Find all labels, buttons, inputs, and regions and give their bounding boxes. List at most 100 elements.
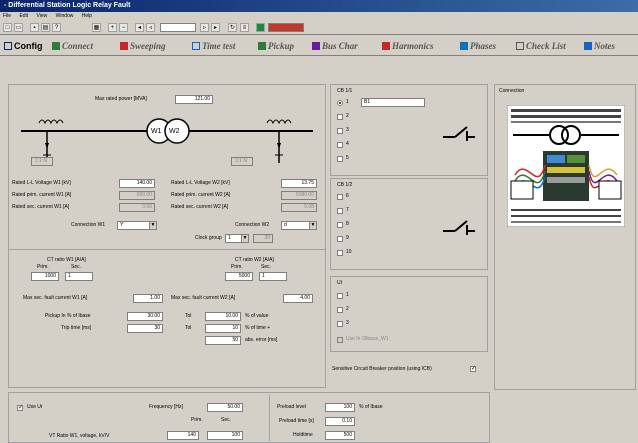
pickup-input[interactable]: 30.00 bbox=[127, 312, 163, 321]
vt-prim-input[interactable]: 140 bbox=[167, 431, 199, 440]
breaker-open-icon bbox=[443, 126, 475, 141]
cb1-binary-input[interactable]: B1 bbox=[361, 98, 425, 107]
zoom-out-icon[interactable]: − bbox=[119, 23, 128, 32]
cb1-item-4-checkbox[interactable] bbox=[337, 142, 343, 148]
use-in-label: Use In /3Ibase_W1 bbox=[346, 336, 389, 342]
ct-w2-prim-input[interactable]: 5000 bbox=[225, 272, 253, 281]
ct1-ratio-display: 1:1 N bbox=[31, 157, 53, 166]
frequency-input[interactable]: 50.00 bbox=[207, 403, 243, 412]
print-icon[interactable]: ▤ bbox=[41, 23, 50, 32]
clock-group-select[interactable]: 1 ▼ bbox=[225, 234, 249, 243]
tol2-input[interactable]: 10 bbox=[205, 324, 241, 333]
refresh-icon[interactable]: ↻ bbox=[228, 23, 237, 32]
cb2-group: CB 1/2 6 7 8 9 10 bbox=[330, 178, 488, 270]
tab-harmonics[interactable]: Harmonics bbox=[382, 39, 434, 54]
cb1-item-1-checkbox[interactable] bbox=[337, 100, 343, 106]
rated-voltage-w1-label: Rated L-L Voltage W1 [kV] bbox=[12, 180, 71, 186]
open-folder-icon[interactable]: ▭ bbox=[14, 23, 23, 32]
tab-phases[interactable]: Phases bbox=[460, 39, 496, 54]
use-ur-checkbox[interactable] bbox=[17, 404, 23, 411]
sensitive-cb-checkbox[interactable] bbox=[470, 365, 476, 372]
frequency-label: Frequency [Hz] bbox=[149, 404, 183, 410]
tab-bar: Config Connect Sweeping Time test Pickup… bbox=[0, 36, 638, 56]
settings-icon[interactable]: ≡ bbox=[240, 23, 249, 32]
connection-panel: Connection bbox=[494, 84, 636, 390]
menu-edit[interactable]: Edit bbox=[19, 13, 28, 19]
tab-pickup[interactable]: Pickup bbox=[258, 39, 294, 54]
run-icon[interactable] bbox=[256, 23, 265, 32]
menu-view[interactable]: View bbox=[36, 13, 47, 19]
connection-w1-label: Connection W1 bbox=[71, 222, 106, 228]
connection-diagram bbox=[507, 105, 625, 227]
tol2-unit: % of time + bbox=[245, 325, 271, 331]
rated-voltage-w2-input[interactable]: 13.75 bbox=[281, 179, 317, 188]
sensitive-cb-label: Sensitive Circuit Breaker position (usin… bbox=[332, 366, 432, 372]
connection-title: Connection bbox=[499, 88, 525, 94]
help-icon[interactable]: ? bbox=[52, 23, 61, 32]
menu-file[interactable]: File bbox=[3, 13, 11, 19]
save-icon[interactable]: ▪ bbox=[30, 23, 39, 32]
cb2-item-9-checkbox[interactable] bbox=[337, 236, 343, 242]
ct-w2-prim-label: Prim. bbox=[231, 264, 243, 270]
ui-item-2-checkbox[interactable] bbox=[337, 307, 343, 313]
menu-help[interactable]: Help bbox=[82, 13, 92, 19]
max-sec-fault-w1-input[interactable]: 1.00 bbox=[133, 294, 163, 303]
next-page-icon[interactable]: ▹ bbox=[200, 23, 209, 32]
connect-icon bbox=[52, 42, 60, 50]
menu-window[interactable]: Window bbox=[56, 13, 74, 19]
max-sec-fault-w2-input[interactable]: 4.00 bbox=[283, 294, 313, 303]
cb2-item-6-label: 6 bbox=[346, 193, 349, 199]
ct-w1-sec-label: Sec. bbox=[71, 264, 82, 270]
ct-w2-sec-input[interactable]: 1 bbox=[259, 272, 287, 281]
prev-page-icon[interactable]: ◃ bbox=[146, 23, 155, 32]
ct-w1-sec-input[interactable]: 1 bbox=[65, 272, 93, 281]
max-rated-power-input[interactable]: 121.00 bbox=[175, 95, 213, 104]
cb2-item-7-checkbox[interactable] bbox=[337, 208, 343, 214]
ui-item-1-checkbox[interactable] bbox=[337, 293, 343, 299]
preload-time-input[interactable]: 0.10 bbox=[325, 417, 355, 426]
vt-sec-input[interactable]: 100 bbox=[207, 431, 243, 440]
notes-icon bbox=[584, 42, 592, 50]
new-file-icon[interactable]: □ bbox=[3, 23, 12, 32]
cb1-item-2-checkbox[interactable] bbox=[337, 114, 343, 120]
cb2-item-8-checkbox[interactable] bbox=[337, 222, 343, 228]
tab-config[interactable]: Config bbox=[4, 39, 43, 54]
tol3-input[interactable]: 50 bbox=[205, 336, 241, 345]
last-page-icon[interactable]: ▸ bbox=[211, 23, 220, 32]
trip-time-input[interactable]: 30 bbox=[127, 324, 163, 333]
cb1-item-3-checkbox[interactable] bbox=[337, 128, 343, 134]
ui-item-3-checkbox[interactable] bbox=[337, 321, 343, 327]
cb2-item-7-label: 7 bbox=[346, 207, 349, 213]
rated-voltage-w1-input[interactable]: 140.00 bbox=[119, 179, 155, 188]
ui-item-2-label: 2 bbox=[346, 306, 349, 312]
zoom-in-icon[interactable]: + bbox=[108, 23, 117, 32]
chevron-down-icon: ▼ bbox=[309, 222, 316, 229]
page-field[interactable] bbox=[160, 23, 196, 32]
cb1-item-5-checkbox[interactable] bbox=[337, 156, 343, 162]
preload-input[interactable]: 100 bbox=[325, 403, 355, 412]
connection-w1-select[interactable]: Y ▼ bbox=[117, 221, 157, 230]
transformer-diagram bbox=[21, 118, 313, 163]
holdtime-input[interactable]: 500 bbox=[325, 431, 355, 440]
stop-indicator[interactable] bbox=[268, 23, 304, 32]
rated-sec-current-w1-value: 0.50 bbox=[119, 203, 155, 212]
tab-bus-char[interactable]: Bus Char bbox=[312, 39, 358, 54]
connection-w2-select[interactable]: d ▼ bbox=[281, 221, 317, 230]
tab-sweeping[interactable]: Sweeping bbox=[120, 39, 166, 54]
first-page-icon[interactable]: ◂ bbox=[135, 23, 144, 32]
cb1-group: CB 1/1 1 B1 2 3 4 5 bbox=[330, 84, 488, 176]
grid-icon[interactable]: ▦ bbox=[92, 23, 101, 32]
tol1-input[interactable]: 10.00 bbox=[205, 312, 241, 321]
ct-w1-prim-input[interactable]: 1000 bbox=[31, 272, 59, 281]
cb2-item-10-checkbox[interactable] bbox=[337, 250, 343, 256]
cb2-item-6-checkbox[interactable] bbox=[337, 194, 343, 200]
cb1-item-1-label: 1 bbox=[346, 99, 349, 105]
tab-check-list[interactable]: Check List bbox=[516, 39, 566, 54]
tab-time-test[interactable]: Time test bbox=[192, 39, 235, 54]
use-in-checkbox[interactable] bbox=[337, 337, 343, 343]
breaker-open-icon bbox=[443, 220, 475, 235]
tab-connect[interactable]: Connect bbox=[52, 39, 93, 54]
check-list-icon bbox=[516, 42, 524, 50]
divider bbox=[9, 249, 325, 250]
tab-notes[interactable]: Notes bbox=[584, 39, 615, 54]
